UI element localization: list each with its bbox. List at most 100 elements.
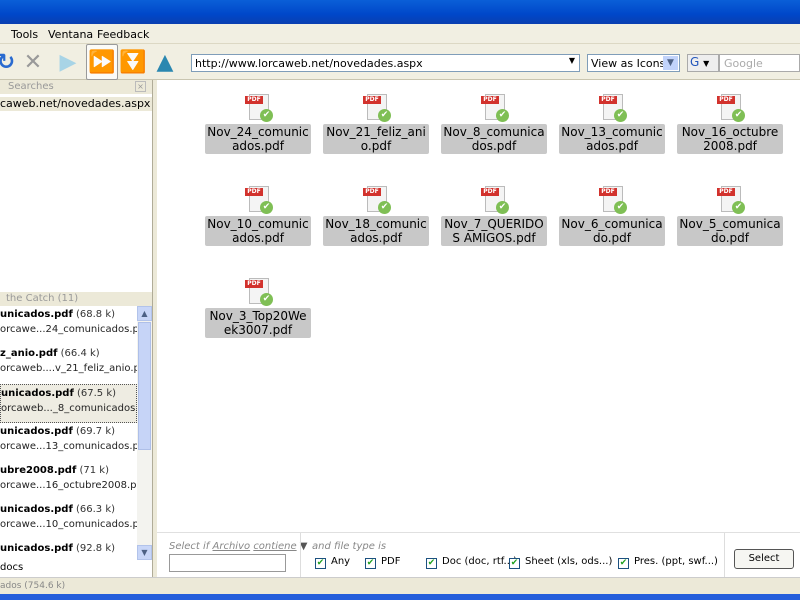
pdf-file-icon: PDF ✔ bbox=[361, 186, 391, 216]
menu-bar: Tools Ventana Feedback bbox=[0, 24, 800, 44]
scroll-thumb[interactable] bbox=[138, 322, 151, 450]
catch-item-path: orcawe...16_octubre2008.pdf bbox=[0, 480, 137, 491]
file-type-checkbox[interactable]: ✔ Doc (doc, rtf...) bbox=[426, 556, 517, 569]
catch-item-name: unicados.pdf bbox=[1, 388, 74, 399]
download-down-icon[interactable]: ⏬ bbox=[117, 46, 149, 78]
dropdown-arrow-icon: ▼ bbox=[703, 59, 710, 68]
file-item[interactable]: PDF ✔ Nov_3_Top20Week3007.pdf bbox=[205, 278, 311, 338]
file-item[interactable]: PDF ✔ Nov_6_comunicado.pdf bbox=[559, 186, 665, 246]
search-engine-button[interactable]: G ▼ bbox=[687, 54, 719, 72]
file-item[interactable]: PDF ✔ Nov_18_comunicados.pdf bbox=[323, 186, 429, 246]
catch-item-size: (67.5 k) bbox=[76, 388, 117, 399]
checkbox-check-icon[interactable]: ✔ bbox=[509, 558, 520, 569]
catch-item-size: (69.7 k) bbox=[75, 426, 116, 437]
stop-icon[interactable]: ✕ bbox=[17, 46, 49, 78]
checkbox-check-icon[interactable]: ✔ bbox=[365, 558, 376, 569]
pdf-file-icon: PDF ✔ bbox=[243, 278, 273, 308]
catch-item-name: unicados.pdf bbox=[0, 426, 73, 437]
pdf-file-icon: PDF ✔ bbox=[479, 94, 509, 124]
file-item[interactable]: PDF ✔ Nov_10_comunicados.pdf bbox=[205, 186, 311, 246]
catch-item-path: orcaweb....v_21_feliz_anio.pdf bbox=[0, 363, 137, 374]
file-type-checkbox[interactable]: ✔ PDF bbox=[365, 556, 400, 569]
contiene-link[interactable]: contiene bbox=[253, 541, 296, 552]
select-button[interactable]: Select bbox=[734, 549, 794, 569]
url-input[interactable]: http://www.lorcaweb.net/novedades.aspx ▼ bbox=[191, 54, 580, 72]
file-name: Nov_18_comunicados.pdf bbox=[323, 216, 429, 246]
url-dropdown-icon[interactable]: ▼ bbox=[569, 56, 575, 65]
catch-item[interactable]: ubre2008.pdf (71 k) orcawe...16_octubre20… bbox=[0, 462, 137, 501]
fast-forward-icon[interactable]: ⏩ bbox=[86, 44, 118, 80]
catch-item-name: ubre2008.pdf bbox=[0, 465, 77, 476]
pdf-file-icon: PDF ✔ bbox=[479, 186, 509, 216]
file-name: Nov_7_QUERIDOS AMIGOS.pdf bbox=[441, 216, 547, 246]
checkbox-check-icon[interactable]: ✔ bbox=[315, 558, 326, 569]
archivo-link[interactable]: Archivo bbox=[213, 541, 251, 552]
catch-item-path: orcaweb..._8_comunicados.pdf bbox=[1, 403, 137, 414]
file-name: Nov_13_comunicados.pdf bbox=[559, 124, 665, 154]
play-icon[interactable]: ▶ bbox=[52, 46, 84, 78]
pdf-file-icon: PDF ✔ bbox=[243, 186, 273, 216]
checkbox-check-icon[interactable]: ✔ bbox=[426, 558, 437, 569]
pdf-file-icon: PDF ✔ bbox=[715, 186, 745, 216]
file-item[interactable]: PDF ✔ Nov_24_comunicados.pdf bbox=[205, 94, 311, 154]
view-select[interactable]: View as Icons ▼ bbox=[587, 54, 680, 72]
taskbar bbox=[0, 594, 800, 600]
catch-header: the Catch (11) bbox=[0, 292, 152, 306]
checkbox-check-icon[interactable]: ✔ bbox=[618, 558, 629, 569]
pdf-file-icon: PDF ✔ bbox=[597, 94, 627, 124]
catch-item[interactable]: unicados.pdf (69.7 k) orcawe...13_comunic… bbox=[0, 423, 137, 462]
catch-item-size: (66.4 k) bbox=[60, 348, 100, 359]
menu-tools[interactable]: Tools bbox=[11, 28, 38, 41]
chevron-down-icon[interactable]: ▼ bbox=[663, 56, 678, 70]
close-icon[interactable]: × bbox=[135, 81, 146, 92]
filter-input[interactable] bbox=[169, 554, 286, 572]
catch-item-name: z_anio.pdf bbox=[0, 348, 58, 359]
searches-header: Searches × bbox=[0, 80, 152, 94]
menu-ventana[interactable]: Ventana bbox=[48, 28, 93, 41]
file-item[interactable]: PDF ✔ Nov_8_comunicados.pdf bbox=[441, 94, 547, 154]
filter-bar: Select if Archivo contiene ▼ and file ty… bbox=[157, 532, 800, 578]
scroll-up-icon[interactable]: ▲ bbox=[137, 306, 152, 321]
menu-feedback[interactable]: Feedback bbox=[97, 28, 149, 41]
pdf-file-icon: PDF ✔ bbox=[243, 94, 273, 124]
file-name: Nov_10_comunicados.pdf bbox=[205, 216, 311, 246]
file-type-checkbox[interactable]: ✔ Any bbox=[315, 556, 350, 569]
file-item[interactable]: PDF ✔ Nov_21_feliz_anio.pdf bbox=[323, 94, 429, 154]
file-name: Nov_5_comunicado.pdf bbox=[677, 216, 783, 246]
pdf-file-icon: PDF ✔ bbox=[597, 186, 627, 216]
search-input[interactable]: Google bbox=[719, 54, 800, 72]
toolbar: ↻ ✕ ▶ ⏩ ⏬ ▲ http://www.lorcaweb.net/nove… bbox=[0, 44, 800, 80]
file-type-checkbox[interactable]: ✔ Pres. (ppt, swf...) bbox=[618, 556, 718, 569]
status-text: ados (754.6 k) bbox=[0, 581, 66, 591]
pdf-file-icon: PDF ✔ bbox=[361, 94, 391, 124]
filter-label: Select if Archivo contiene ▼ bbox=[169, 541, 308, 552]
catch-item-name: unicados.pdf bbox=[0, 309, 73, 320]
search-item[interactable]: caweb.net/novedades.aspx (11) bbox=[0, 97, 152, 111]
checkbox-label: Any bbox=[331, 556, 351, 567]
checkbox-label: Sheet (xls, ods...) bbox=[525, 556, 613, 567]
title-bar bbox=[0, 0, 800, 24]
catch-item[interactable]: z_anio.pdf (66.4 k) orcaweb....v_21_feliz… bbox=[0, 345, 137, 384]
catch-item[interactable]: unicados.pdf (68.8 k) orcawe...24_comunic… bbox=[0, 306, 137, 345]
file-item[interactable]: PDF ✔ Nov_7_QUERIDOS AMIGOS.pdf bbox=[441, 186, 547, 246]
catch-item-path: orcawe...24_comunicados.pdf bbox=[0, 324, 137, 335]
left-panel: Searches× caweb.net/novedades.aspx (11) … bbox=[0, 80, 153, 577]
catch-item[interactable]: unicados.pdf (66.3 k) orcawe...10_comunic… bbox=[0, 501, 137, 540]
file-item[interactable]: PDF ✔ Nov_5_comunicado.pdf bbox=[677, 186, 783, 246]
catch-item[interactable]: unicados.pdf (67.5 k) orcaweb..._8_comuni… bbox=[0, 384, 137, 423]
catch-item[interactable]: unicados.pdf (92.8 k) bbox=[0, 540, 137, 560]
upload-up-icon[interactable]: ▲ bbox=[149, 46, 181, 78]
file-name: Nov_24_comunicados.pdf bbox=[205, 124, 311, 154]
scroll-down-icon[interactable]: ▼ bbox=[137, 545, 152, 560]
pdf-file-icon: PDF ✔ bbox=[715, 94, 745, 124]
file-name: Nov_8_comunicados.pdf bbox=[441, 124, 547, 154]
file-grid: PDF ✔ Nov_24_comunicados.pdf PDF ✔ Nov_21_fel… bbox=[157, 80, 800, 532]
scrollbar[interactable]: ▲ ▼ bbox=[137, 306, 152, 560]
file-type-checkbox[interactable]: ✔ Sheet (xls, ods...) bbox=[509, 556, 612, 569]
file-item[interactable]: PDF ✔ Nov_16_octubre2008.pdf bbox=[677, 94, 783, 154]
divider bbox=[300, 533, 301, 578]
catch-item-size: (71 k) bbox=[79, 465, 109, 476]
file-item[interactable]: PDF ✔ Nov_13_comunicados.pdf bbox=[559, 94, 665, 154]
file-type-label: and file type is bbox=[312, 541, 387, 552]
file-name: Nov_6_comunicado.pdf bbox=[559, 216, 665, 246]
